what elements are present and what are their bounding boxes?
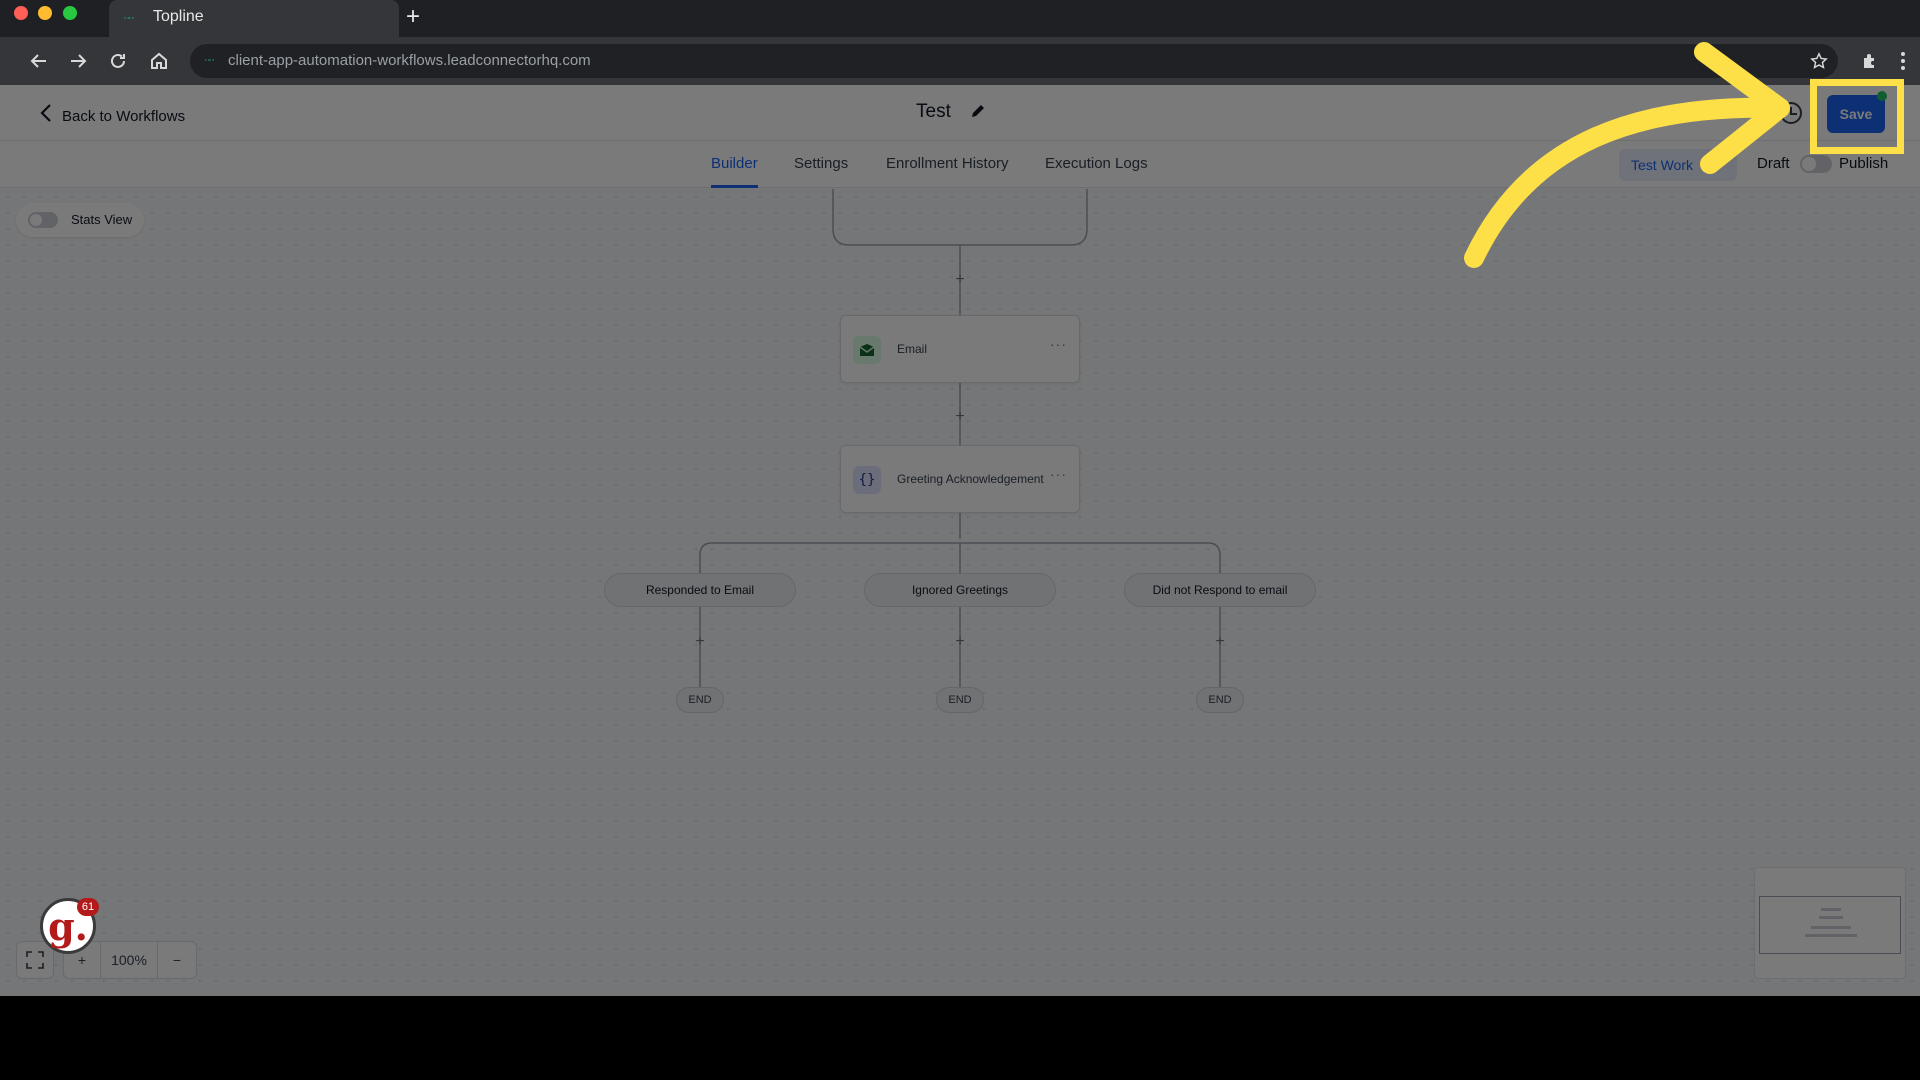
publish-label: Publish — [1839, 155, 1889, 172]
url-text: client-app-automation-workflows.leadconn… — [228, 52, 591, 69]
branch-did-not-respond[interactable]: Did not Respond to email — [1124, 573, 1316, 607]
end-marker: END — [936, 687, 984, 713]
browser-tab-bar: ·-· Topline + — [0, 0, 1920, 37]
reload-icon[interactable] — [103, 46, 133, 76]
pencil-edit-icon[interactable] — [970, 103, 986, 124]
greeting-acknowledgement-node[interactable]: {} Greeting Acknowledgement ··· — [840, 445, 1080, 513]
add-step-button[interactable]: + — [952, 634, 968, 650]
site-info-icon[interactable]: ·-· — [204, 54, 215, 66]
workflow-builder-app: Back to Workflows Test Save Builder Sett… — [0, 85, 1920, 996]
browser-toolbar: ·-· client-app-automation-workflows.lead… — [0, 37, 1920, 85]
history-clock-icon[interactable] — [1780, 102, 1802, 124]
node-options-icon[interactable]: ··· — [1050, 466, 1067, 482]
zoom-level: 100% — [100, 941, 158, 979]
add-step-button[interactable]: + — [952, 272, 968, 288]
email-node[interactable]: Email ··· — [840, 315, 1080, 383]
screen: ·-· Topline + ·-· client-app-automation-… — [0, 0, 1920, 1080]
zoom-out-button[interactable]: − — [157, 941, 197, 979]
star-icon[interactable] — [1804, 46, 1834, 76]
tab-execution-logs[interactable]: Execution Logs — [1045, 155, 1148, 172]
braces-icon: {} — [853, 466, 881, 494]
publish-toggle[interactable] — [1800, 155, 1832, 173]
node-options-icon[interactable]: ··· — [1050, 336, 1067, 352]
save-highlight-box — [1810, 79, 1904, 154]
add-step-button[interactable]: + — [952, 409, 968, 425]
new-tab-button[interactable]: + — [406, 4, 420, 30]
workflow-title: Test — [916, 101, 951, 122]
add-step-button[interactable]: + — [692, 634, 708, 650]
tab-builder[interactable]: Builder — [711, 155, 758, 172]
extensions-icon[interactable] — [1855, 46, 1885, 76]
back-label: Back to Workflows — [62, 107, 186, 125]
back-arrow-icon[interactable] — [24, 46, 54, 76]
workflow-tabs-bar: Builder Settings Enrollment History Exec… — [0, 141, 1920, 188]
minimap-node — [1821, 908, 1841, 911]
workflow-canvas[interactable]: Stats View + Email ··· + {} Greeting Ack… — [0, 189, 1920, 996]
branch-responded-to-email[interactable]: Responded to Email — [604, 573, 796, 607]
branch-ignored-greetings[interactable]: Ignored Greetings — [864, 573, 1056, 607]
minimap-viewport[interactable] — [1759, 896, 1901, 954]
end-marker: END — [676, 687, 724, 713]
canvas-minimap[interactable] — [1754, 867, 1906, 979]
expand-icon — [26, 951, 44, 969]
maximize-window-icon[interactable] — [63, 6, 77, 20]
minimap-node — [1805, 934, 1857, 937]
tab-title: Topline — [153, 8, 204, 25]
active-tab-indicator — [711, 185, 758, 188]
node-label: Greeting Acknowledgement — [897, 472, 1044, 486]
draft-label: Draft — [1757, 155, 1790, 172]
test-workflow-button[interactable]: Test Work — [1619, 149, 1737, 181]
node-label: Email — [897, 342, 928, 356]
tab-settings[interactable]: Settings — [794, 155, 848, 172]
forward-arrow-icon[interactable] — [63, 46, 93, 76]
tab-enrollment-history[interactable]: Enrollment History — [886, 155, 1009, 172]
minimap-node — [1811, 926, 1851, 929]
minimize-window-icon[interactable] — [38, 6, 52, 20]
chevron-left-icon — [40, 103, 52, 129]
close-window-icon[interactable] — [14, 6, 28, 20]
minimap-node — [1819, 916, 1843, 919]
end-marker: END — [1196, 687, 1244, 713]
notification-count-badge: 61 — [77, 898, 99, 916]
back-to-workflows-link[interactable]: Back to Workflows — [40, 103, 185, 129]
site-favicon-icon: ·-· — [123, 10, 135, 24]
email-icon — [853, 336, 881, 364]
browser-tab[interactable]: ·-· Topline — [109, 0, 399, 37]
home-icon[interactable] — [144, 46, 174, 76]
address-bar[interactable]: ·-· client-app-automation-workflows.lead… — [190, 44, 1838, 78]
app-header: Back to Workflows Test Save — [0, 85, 1920, 141]
kebab-menu-icon[interactable] — [1888, 46, 1918, 76]
add-step-button[interactable]: + — [1212, 634, 1228, 650]
